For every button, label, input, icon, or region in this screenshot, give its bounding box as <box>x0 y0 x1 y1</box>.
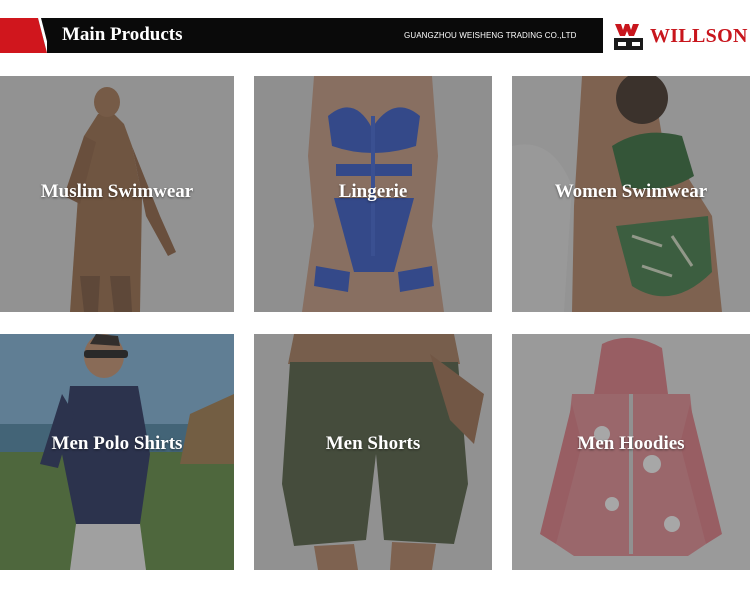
company-name: GUANGZHOU WEISHENG TRADING CO.,LTD <box>404 31 577 40</box>
product-label: Men Polo Shirts <box>51 433 183 454</box>
product-card-men-shorts[interactable]: Men Shorts <box>254 334 492 570</box>
product-card-lingerie[interactable]: Lingerie <box>254 76 492 312</box>
product-card-men-hoodies[interactable]: Men Hoodies <box>512 334 750 570</box>
product-label: Men Shorts <box>325 433 421 454</box>
header-red-accent <box>0 18 47 53</box>
product-label: Men Hoodies <box>577 433 685 454</box>
willson-logo[interactable]: WILLSON <box>612 20 750 52</box>
product-card-muslim-swimwear[interactable]: Muslim Swimwear <box>0 76 234 312</box>
product-label: Muslim Swimwear <box>40 181 194 202</box>
logo-text: WILLSON <box>650 25 748 47</box>
willson-logo-icon <box>614 24 643 50</box>
section-title: Main Products <box>62 24 183 45</box>
product-card-women-swimwear[interactable]: Women Swimwear <box>512 76 750 312</box>
product-label: Women Swimwear <box>554 181 708 202</box>
header-banner: Main Products GUANGZHOU WEISHENG TRADING… <box>0 18 750 53</box>
product-card-men-polo-shirts[interactable]: Men Polo Shirts <box>0 334 234 570</box>
product-label: Lingerie <box>338 181 408 202</box>
